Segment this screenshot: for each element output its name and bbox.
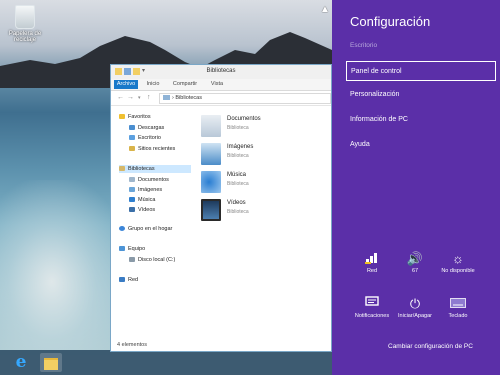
personalization-link[interactable]: Personalización [346, 85, 496, 105]
notifications-icon [350, 295, 394, 313]
nav-favorites[interactable]: Favoritos [119, 113, 151, 121]
address-field[interactable]: › Bibliotecas [159, 93, 331, 104]
panel-title: Configuración [350, 14, 431, 29]
tab-inicio[interactable]: Inicio [143, 80, 163, 89]
pictures-library-icon [201, 143, 221, 165]
help-link[interactable]: Ayuda [346, 135, 496, 155]
documents-library-icon [201, 115, 221, 137]
window-titlebar[interactable]: ▾ Bibliotecas [111, 65, 331, 79]
navigation-pane: Favoritos Descargas Escritorio Sitios re… [111, 109, 193, 339]
library-documents[interactable]: Documentos Biblioteca [201, 113, 321, 141]
tab-archivo[interactable]: Archivo [114, 80, 138, 89]
address-text: Bibliotecas [175, 95, 202, 101]
nav-libraries[interactable]: Bibliotecas [119, 165, 191, 173]
volume-quick-setting[interactable]: 🔊 67 [393, 250, 437, 274]
taskbar: e [0, 350, 332, 375]
nav-downloads[interactable]: Descargas [129, 124, 164, 132]
homegroup-icon [119, 226, 125, 232]
pc-info-link[interactable]: Información de PC [346, 110, 496, 130]
panel-subtitle: Escritorio [350, 42, 378, 49]
file-explorer-window: ▾ Bibliotecas Archivo Inicio Compartir V… [110, 64, 332, 352]
notifications-quick-setting[interactable]: Notificaciones [350, 295, 394, 319]
nav-local-disk[interactable]: Disco local (C:) [129, 256, 175, 264]
star-icon [119, 114, 125, 120]
tab-vista[interactable]: Vista [207, 80, 227, 89]
recent-places-icon [129, 146, 135, 152]
pictures-icon [129, 187, 135, 193]
nav-network[interactable]: Red [119, 276, 138, 284]
libraries-icon [119, 166, 125, 172]
library-music[interactable]: Música Biblioteca [201, 169, 321, 197]
nav-recent-places[interactable]: Sitios recientes [129, 145, 175, 153]
status-bar-text: 4 elementos [117, 342, 147, 348]
network-quick-setting[interactable]: Red [350, 250, 394, 274]
address-bar-row: ← → ▾ ↑ › Bibliotecas [111, 91, 331, 106]
network-icon [119, 277, 125, 283]
forward-arrow-icon[interactable]: → [127, 94, 134, 101]
back-arrow-icon[interactable]: ← [117, 94, 124, 101]
music-icon [129, 197, 135, 203]
videos-icon [129, 207, 135, 213]
nav-music[interactable]: Música [129, 196, 155, 204]
network-icon [350, 250, 394, 268]
ribbon-tabs: Archivo Inicio Compartir Vista [111, 79, 331, 91]
content-pane: Documentos Biblioteca Imágenes Bibliotec… [197, 109, 331, 339]
internet-explorer-icon[interactable]: e [10, 353, 32, 372]
computer-icon [119, 246, 125, 252]
tab-compartir[interactable]: Compartir [169, 80, 201, 89]
library-videos[interactable]: Vídeos Biblioteca [201, 197, 321, 225]
nav-pictures[interactable]: Imágenes [129, 186, 162, 194]
keyboard-icon [436, 295, 480, 313]
recent-chevron-icon[interactable]: ▾ [138, 95, 141, 101]
power-icon: ⏻ [409, 296, 421, 311]
recycle-bin-shortcut[interactable]: Papelera de reciclaje [5, 5, 45, 43]
library-icon [163, 95, 170, 101]
library-pictures[interactable]: Imágenes Biblioteca [201, 141, 321, 169]
nav-documents[interactable]: Documentos [129, 176, 169, 184]
keyboard-quick-setting[interactable]: Teclado [436, 295, 480, 319]
nav-computer[interactable]: Equipo [119, 245, 145, 253]
settings-charm-panel: Configuración Escritorio Panel de contro… [332, 0, 500, 375]
documents-icon [129, 177, 135, 183]
mouse-cursor-icon: ▲ [320, 4, 330, 15]
up-arrow-icon[interactable]: ↑ [147, 94, 151, 101]
nav-homegroup[interactable]: Grupo en el hogar [119, 225, 172, 233]
window-title: Bibliotecas [206, 68, 236, 74]
brightness-quick-setting[interactable]: ☼ No disponible [436, 250, 480, 274]
music-library-icon [201, 171, 221, 193]
downloads-icon [129, 125, 135, 131]
control-panel-link[interactable]: Panel de control [346, 61, 496, 81]
change-pc-settings-link[interactable]: Cambiar configuración de PC [388, 343, 473, 350]
folder-icon [44, 358, 58, 370]
brightness-icon: ☼ [452, 251, 464, 266]
nav-videos[interactable]: Vídeos [129, 206, 155, 214]
recycle-bin-label: Papelera de reciclaje [8, 31, 42, 43]
file-explorer-taskbar-button[interactable] [40, 353, 62, 372]
videos-library-icon [201, 199, 221, 221]
nav-desktop[interactable]: Escritorio [129, 134, 161, 142]
volume-icon: 🔊 [406, 251, 424, 266]
desktop-icon [129, 135, 135, 141]
disk-icon [129, 257, 135, 263]
recycle-bin-icon [15, 5, 35, 29]
power-quick-setting[interactable]: ⏻ Iniciar/Apagar [393, 295, 437, 319]
